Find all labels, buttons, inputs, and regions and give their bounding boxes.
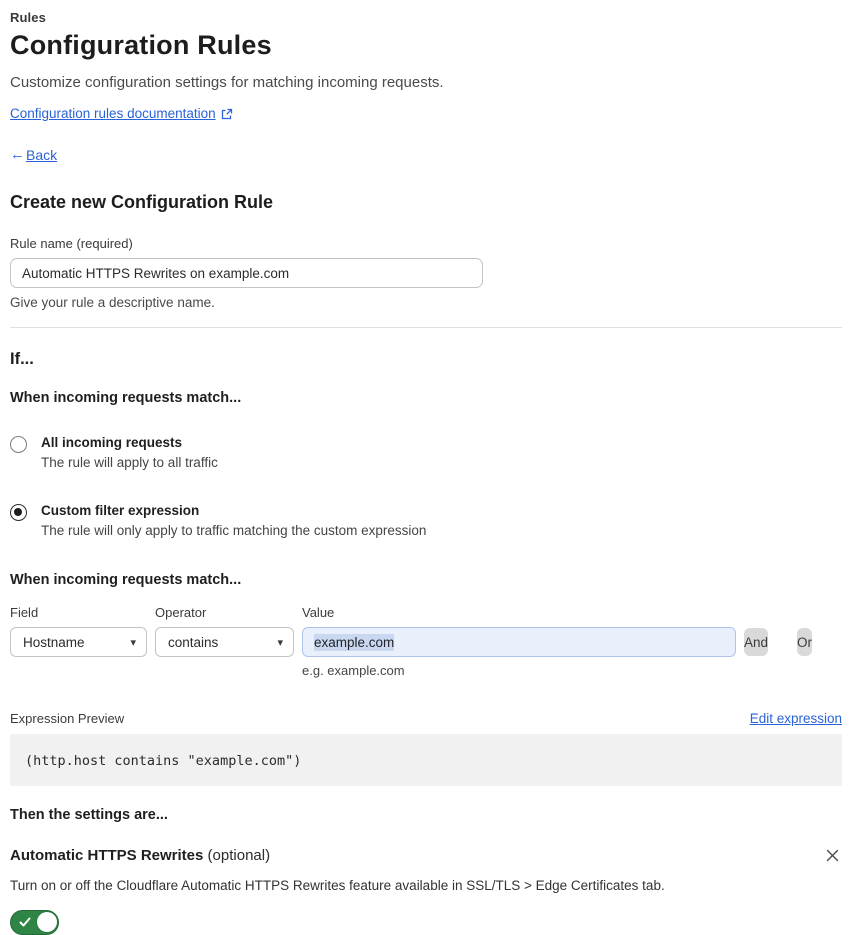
page-subtitle: Customize configuration settings for mat… xyxy=(10,74,444,91)
setting-description: Turn on or off the Cloudflare Automatic … xyxy=(10,878,665,893)
match-heading: When incoming requests match... xyxy=(10,390,242,406)
if-heading: If... xyxy=(10,350,34,368)
value-hint: e.g. example.com xyxy=(302,663,405,678)
value-input-text: example.com xyxy=(314,633,395,651)
setting-optional-suffix: (optional) xyxy=(207,847,271,864)
page-title: Configuration Rules xyxy=(10,30,272,60)
chevron-down-icon: ▾ xyxy=(277,636,283,649)
value-input[interactable]: example.com xyxy=(302,627,736,657)
or-button[interactable]: Or xyxy=(797,628,812,656)
builder-heading: When incoming requests match... xyxy=(10,572,242,588)
back-arrow-icon: ← xyxy=(10,146,25,163)
radio-custom-filter-expression[interactable] xyxy=(10,504,27,521)
edit-expression-link[interactable]: Edit expression xyxy=(750,711,842,726)
https-rewrites-toggle[interactable] xyxy=(10,910,59,935)
radio-description: The rule will apply to all traffic xyxy=(41,455,218,470)
radio-description: The rule will only apply to traffic matc… xyxy=(41,523,427,538)
breadcrumb-rules: Rules xyxy=(10,10,46,25)
close-icon xyxy=(826,849,839,862)
operator-select-value: contains xyxy=(168,634,219,650)
documentation-link[interactable]: Configuration rules documentation xyxy=(10,106,216,121)
remove-setting-button[interactable] xyxy=(823,846,842,865)
back-link-label[interactable]: Back xyxy=(26,147,57,163)
toggle-knob xyxy=(37,912,57,932)
operator-label: Operator xyxy=(155,605,207,620)
rule-name-input[interactable] xyxy=(10,258,483,288)
radio-label: All incoming requests xyxy=(41,435,183,450)
radio-option-custom-filter[interactable]: Custom filter expression The rule will o… xyxy=(10,503,842,538)
expression-code: (http.host contains "example.com") xyxy=(25,753,302,769)
setting-title: Automatic HTTPS Rewrites (optional) xyxy=(10,847,270,864)
rule-name-label: Rule name (required) xyxy=(10,236,133,251)
section-divider xyxy=(10,327,842,328)
chevron-down-icon: ▾ xyxy=(130,636,136,649)
expression-preview-label: Expression Preview xyxy=(10,711,125,726)
rule-name-help: Give your rule a descriptive name. xyxy=(10,295,215,310)
radio-all-incoming-requests[interactable] xyxy=(10,436,27,453)
value-label: Value xyxy=(302,605,335,620)
operator-select[interactable]: contains ▾ xyxy=(155,627,294,657)
expression-preview-box: (http.host contains "example.com") xyxy=(10,734,842,786)
field-select-value: Hostname xyxy=(23,634,85,650)
and-button[interactable]: And xyxy=(744,628,769,656)
check-icon xyxy=(19,917,31,927)
back-link[interactable]: ← Back xyxy=(10,146,842,163)
then-settings-heading: Then the settings are... xyxy=(10,807,168,823)
create-rule-heading: Create new Configuration Rule xyxy=(10,192,274,212)
setting-title-name: Automatic HTTPS Rewrites xyxy=(10,847,204,864)
external-link-icon xyxy=(221,108,233,120)
radio-option-all-incoming[interactable]: All incoming requests The rule will appl… xyxy=(10,435,842,470)
radio-label: Custom filter expression xyxy=(41,503,200,518)
field-select[interactable]: Hostname ▾ xyxy=(10,627,147,657)
field-label: Field xyxy=(10,605,39,620)
